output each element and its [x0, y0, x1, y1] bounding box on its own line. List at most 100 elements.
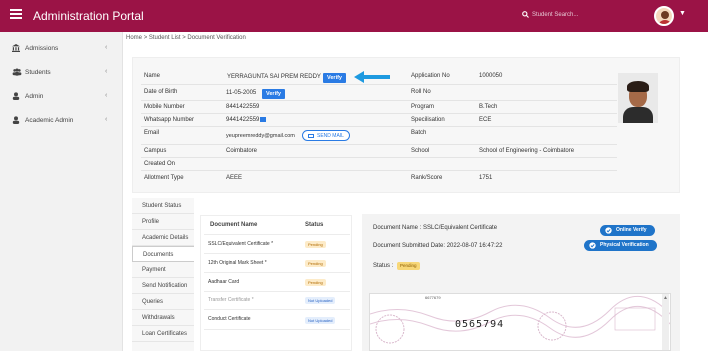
chevron-left-icon: ‹	[105, 44, 108, 51]
tab-payment[interactable]: Payment	[132, 262, 194, 278]
status-badge: Pending	[305, 260, 326, 267]
whatsapp-number: 9441422559	[226, 117, 260, 123]
search-icon	[522, 11, 529, 18]
verify-name-button[interactable]: Verify	[323, 73, 346, 83]
dob-label: Date of Birth	[144, 89, 178, 95]
chevron-down-icon[interactable]: ▼	[679, 10, 686, 17]
column-header-status: Status	[305, 222, 324, 228]
tab-documents[interactable]: Documents	[132, 246, 194, 262]
user-icon	[12, 92, 20, 100]
school-value: School of Engineering - Coimbatore	[479, 148, 575, 154]
column-header-document-name: Document Name	[210, 222, 258, 228]
document-row-name[interactable]: Conduct Certificate	[208, 316, 251, 322]
application-no-value: 1000050	[479, 73, 503, 79]
created-on-label: Created On	[144, 161, 176, 167]
search-placeholder: Student Search...	[532, 12, 579, 19]
breadcrumb-student-list[interactable]: Student List	[149, 35, 181, 41]
email-value: yeupreemreddy@gmail.com	[226, 133, 295, 139]
divider	[204, 309, 350, 310]
name-label: Name	[144, 73, 161, 79]
name-value: YERRAGUNTA SAI PREM REDDY	[227, 74, 321, 80]
chevron-left-icon: ‹	[105, 92, 108, 99]
chevron-left-icon: ‹	[105, 116, 108, 123]
application-no-label: Application No	[411, 73, 450, 79]
sidebar-item-label: Students	[25, 69, 51, 76]
dob-value: 11-05-2005	[226, 90, 257, 96]
divider	[204, 234, 350, 235]
tab-profile[interactable]: Profile	[132, 214, 194, 230]
scroll-up-icon[interactable]: ▲	[663, 295, 668, 301]
divider	[141, 113, 617, 114]
whatsapp-value: 9441422559	[226, 114, 267, 127]
tab-queries[interactable]: Queries	[132, 294, 194, 310]
program-label: Program	[411, 104, 435, 110]
document-row-name[interactable]: 12th Original Mark Sheet *	[208, 260, 267, 266]
document-row-name[interactable]: SSLC/Equivalent Certificate *	[208, 241, 273, 247]
avatar[interactable]	[654, 6, 674, 26]
tab-academic-details[interactable]: Academic Details	[132, 230, 194, 246]
document-row-name[interactable]: Transfer Certificate *	[208, 297, 254, 303]
tab-send-notification[interactable]: Send Notification	[132, 278, 194, 294]
divider	[204, 291, 350, 292]
status-badge: Not Uploaded	[305, 297, 336, 304]
document-name-text: Document Name : SSLC/Equivalent Certific…	[373, 225, 498, 231]
certificate-watermark	[370, 296, 670, 344]
email-small-icon	[260, 116, 267, 122]
check-icon	[589, 242, 596, 249]
tab-student-status[interactable]: Student Status	[132, 198, 194, 214]
divider	[141, 100, 617, 101]
arrow-left-icon	[354, 71, 390, 83]
check-icon	[605, 227, 612, 234]
send-mail-button[interactable]: SEND MAIL	[302, 130, 350, 141]
sidebar-item-label: Admin	[25, 93, 44, 100]
document-row-name[interactable]: Aadhaar Card	[208, 279, 239, 285]
sidebar-item-admissions[interactable]: Admissions ‹	[0, 41, 123, 57]
verify-dob-button[interactable]: Verify	[262, 89, 285, 99]
sidebar-item-admin[interactable]: Admin ‹	[0, 89, 123, 105]
tab-withdrawals[interactable]: Withdrawals	[132, 310, 194, 326]
chevron-left-icon: ‹	[105, 68, 108, 75]
batch-label: Batch	[411, 130, 427, 136]
program-value: B.Tech	[479, 104, 498, 110]
users-icon	[12, 68, 22, 76]
mail-icon	[308, 133, 314, 138]
physical-verification-button[interactable]: Physical Verification	[584, 240, 657, 251]
scrollbar[interactable]: ▲	[662, 294, 669, 350]
user-icon	[12, 116, 20, 124]
breadcrumb: Home > Student List > Document Verificat…	[126, 35, 246, 41]
sidebar-item-label: Academic Admin	[25, 117, 74, 124]
breadcrumb-home[interactable]: Home	[126, 35, 142, 41]
tab-loan-certificates[interactable]: Loan Certificates	[132, 326, 194, 342]
status-badge: Pending	[397, 262, 420, 270]
document-submitted-date: Document Submitted Date: 2022-08-07 16:4…	[373, 243, 503, 249]
campus-value: Coimbatore	[226, 148, 258, 154]
rank-label: Rank/Score	[411, 175, 443, 181]
sidebar-item-academic-admin[interactable]: Academic Admin ‹	[0, 113, 123, 129]
allotment-type-label: Allotment Type	[144, 175, 184, 181]
sidebar-item-students[interactable]: Students ‹	[0, 65, 123, 81]
online-verify-button[interactable]: Online Verify	[600, 225, 655, 236]
sidebar-item-label: Admissions	[25, 45, 59, 52]
divider	[204, 253, 350, 254]
email-label: Email	[144, 130, 160, 136]
divider	[141, 84, 617, 85]
certificate-preview	[369, 293, 671, 351]
campus-label: Campus	[144, 148, 167, 154]
bank-icon	[12, 44, 20, 52]
student-search-input[interactable]: Student Search...	[522, 11, 578, 18]
hamburger-menu-icon[interactable]	[10, 9, 22, 19]
app-title: Administration Portal	[33, 9, 144, 23]
student-photo	[618, 73, 658, 123]
divider	[141, 126, 617, 127]
status-badge: Not Uploaded	[305, 317, 336, 324]
student-profile-card	[132, 57, 680, 193]
allotment-type-value: AEEE	[226, 175, 243, 181]
mobile-label: Mobile Number	[144, 104, 185, 110]
breadcrumb-separator: >	[182, 35, 186, 41]
rank-value: 1751	[479, 175, 493, 181]
breadcrumb-current: Document Verification	[187, 35, 246, 41]
status-badge: Pending	[305, 279, 326, 286]
divider	[204, 329, 350, 330]
whatsapp-label: Whatsapp Number	[144, 117, 195, 123]
certificate-number: 0565794	[455, 319, 505, 330]
